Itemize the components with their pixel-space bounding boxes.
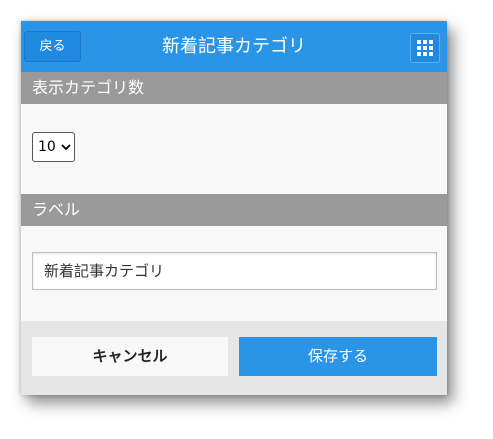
back-button[interactable]: 戻る <box>24 31 81 62</box>
cancel-button[interactable]: キャンセル <box>32 337 228 376</box>
chevron-down-icon <box>61 144 71 151</box>
dialog-title: 新着記事カテゴリ <box>162 36 306 57</box>
section-header-label: ラベル <box>21 194 447 226</box>
settings-dialog: 戻る 新着記事カテゴリ 表示カテゴリ数 10 ラベル 新着記事カテゴリ キャンセ… <box>21 21 447 395</box>
dialog-footer: キャンセル 保存する <box>21 321 447 395</box>
section-header-count: 表示カテゴリ数 <box>21 72 447 104</box>
dialog-header: 戻る 新着記事カテゴリ <box>21 21 447 72</box>
category-count-value: 10 <box>38 139 56 155</box>
save-button[interactable]: 保存する <box>239 337 437 376</box>
grid-menu-button[interactable] <box>410 33 440 63</box>
label-input[interactable]: 新着記事カテゴリ <box>32 252 437 290</box>
grid-icon <box>417 40 433 56</box>
category-count-select[interactable]: 10 <box>32 132 75 162</box>
